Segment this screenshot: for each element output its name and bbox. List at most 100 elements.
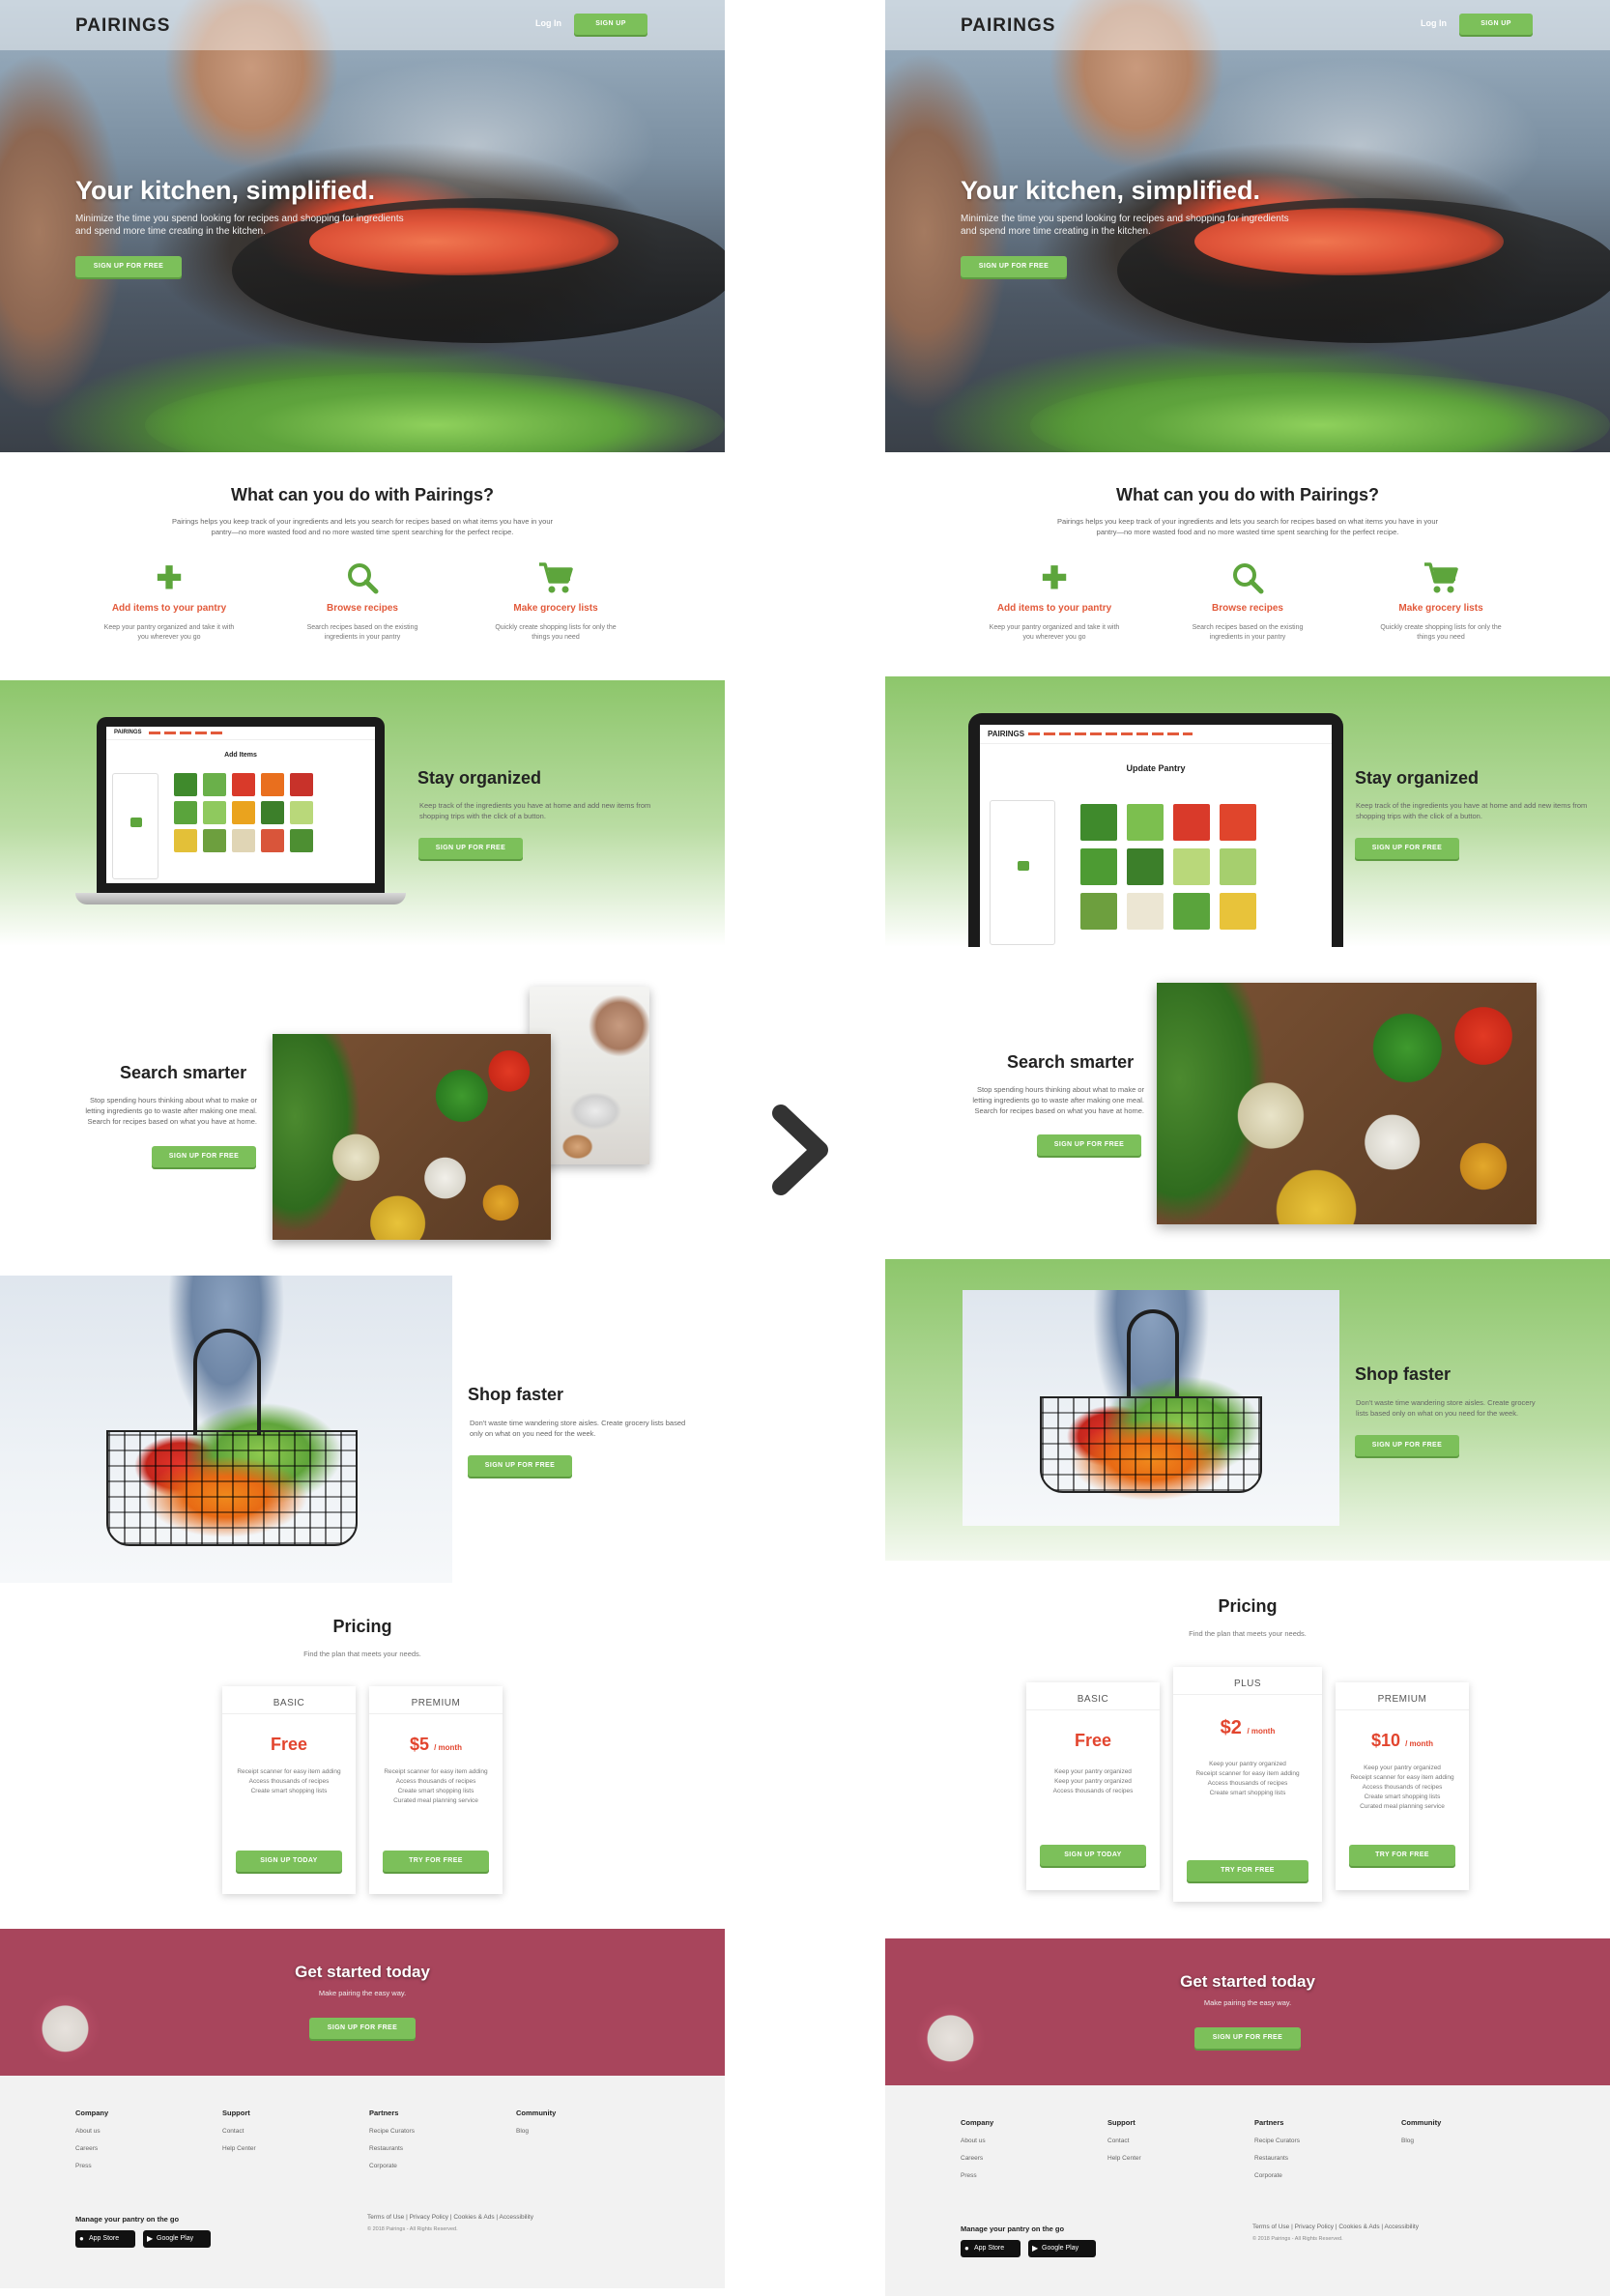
signup-button[interactable]: SIGN UP: [574, 14, 647, 35]
plan-features: Receipt scanner for easy item adding Acc…: [384, 1768, 488, 1804]
footer-company: Company About us Careers Press: [961, 2118, 1106, 2179]
plan-name: BASIC: [273, 1698, 305, 1708]
search-smarter-signup-button[interactable]: SIGN UP FOR FREE: [152, 1146, 256, 1167]
shop-faster-title: Shop faster: [468, 1385, 564, 1404]
plan-price: $10 / month: [1371, 1731, 1433, 1750]
plan-name: PREMIUM: [1377, 1694, 1427, 1705]
get-started-title: Get started today: [1180, 1972, 1315, 1991]
footer-link[interactable]: Careers: [75, 2145, 220, 2152]
feature-desc: Quickly create shopping lists for only t…: [495, 624, 617, 641]
pricing-card-basic: BASIC Free Receipt scanner for easy item…: [222, 1686, 356, 1894]
get-started-signup-button[interactable]: SIGN UP FOR FREE: [309, 2018, 416, 2039]
feature-add-items: ✚ Add items to your pantry Keep your pan…: [972, 560, 1136, 643]
stay-organized-signup-button[interactable]: SIGN UP FOR FREE: [1355, 838, 1459, 859]
legal-links[interactable]: Terms of Use | Privacy Policy | Cookies …: [1252, 2224, 1419, 2230]
footer-link[interactable]: Corporate: [369, 2163, 514, 2169]
plus-trial-button[interactable]: TRY FOR FREE: [1187, 1860, 1308, 1881]
footer-link[interactable]: About us: [961, 2138, 1106, 2144]
app-store-badge[interactable]: ● App Store: [75, 2230, 135, 2248]
footer-link[interactable]: Corporate: [1254, 2172, 1399, 2179]
app-store-badge[interactable]: ● App Store: [961, 2240, 1021, 2257]
features-title: What can you do with Pairings?: [1115, 485, 1379, 504]
stay-organized-desc: Keep track of the ingredients you have a…: [1356, 801, 1588, 820]
hero-signup-button[interactable]: SIGN UP FOR FREE: [75, 256, 182, 277]
footer-link[interactable]: Recipe Curators: [1254, 2138, 1399, 2144]
footer-link[interactable]: Help Center: [222, 2145, 367, 2152]
plan-features: Keep your pantry organized Receipt scann…: [1350, 1765, 1454, 1810]
feature-desc: Search recipes based on the existing ing…: [1192, 624, 1304, 641]
pricing-card-basic: BASIC Free Keep your pantry organized Ke…: [1026, 1682, 1160, 1890]
search-icon: [280, 560, 445, 597]
search-smarter-desc: Stop spending hours thinking about what …: [972, 1085, 1144, 1115]
footer-partners: Partners Recipe Curators Restaurants Cor…: [1254, 2118, 1399, 2179]
footer-link[interactable]: Careers: [961, 2155, 1106, 2162]
stay-organized-signup-button[interactable]: SIGN UP FOR FREE: [418, 838, 523, 859]
plan-features: Receipt scanner for easy item adding Acc…: [237, 1768, 341, 1794]
feature-desc: Search recipes based on the existing ing…: [306, 624, 418, 641]
footer-link[interactable]: Press: [75, 2163, 220, 2169]
footer-community: Community Blog: [516, 2109, 661, 2135]
footer-link[interactable]: Blog: [1401, 2138, 1546, 2144]
footer-link[interactable]: Contact: [1107, 2138, 1252, 2144]
plan-name: PLUS: [1233, 1679, 1262, 1689]
feature-title: Browse recipes: [327, 603, 398, 614]
hero-section: PAIRINGS Log In SIGN UP Your kitchen, si…: [0, 0, 725, 452]
logo[interactable]: PAIRINGS: [961, 15, 1055, 37]
login-link[interactable]: Log In: [1421, 18, 1447, 28]
get-started-subtitle: Make pairing the easy way.: [318, 1989, 407, 1997]
footer-link[interactable]: Recipe Curators: [369, 2128, 514, 2135]
footer-link[interactable]: Restaurants: [1254, 2155, 1399, 2162]
plan-name: PREMIUM: [411, 1698, 461, 1708]
legal-links[interactable]: Terms of Use | Privacy Policy | Cookies …: [367, 2214, 533, 2221]
get-started-title: Get started today: [295, 1963, 430, 1981]
feature-desc: Quickly create shopping lists for only t…: [1380, 624, 1502, 641]
pricing-title: Pricing: [1218, 1596, 1278, 1616]
manage-pantry-label: Manage your pantry on the go: [961, 2224, 1065, 2233]
shop-faster-signup-button[interactable]: SIGN UP FOR FREE: [468, 1455, 572, 1477]
plan-price: Free: [1074, 1731, 1112, 1750]
login-link[interactable]: Log In: [535, 18, 561, 28]
pricing-title: Pricing: [332, 1617, 392, 1636]
hero-signup-button[interactable]: SIGN UP FOR FREE: [961, 256, 1067, 277]
basic-signup-button[interactable]: SIGN UP TODAY: [236, 1851, 342, 1872]
manage-pantry-label: Manage your pantry on the go: [75, 2215, 180, 2224]
footer-link[interactable]: Contact: [222, 2128, 367, 2135]
shop-faster-signup-button[interactable]: SIGN UP FOR FREE: [1355, 1435, 1459, 1456]
footer-link[interactable]: Blog: [516, 2128, 661, 2135]
footer-link[interactable]: Press: [961, 2172, 1106, 2179]
camera-icon: [130, 818, 142, 828]
stay-organized-desc: Keep track of the ingredients you have a…: [419, 801, 651, 820]
get-started-section: [885, 1938, 1610, 2085]
stay-organized-title: Stay organized: [417, 768, 542, 788]
feature-title: Make grocery lists: [1398, 603, 1483, 614]
pricing-subtitle: Find the plan that meets your needs.: [1189, 1629, 1307, 1638]
basket-photo: [963, 1290, 1339, 1526]
google-play-badge[interactable]: ▶ Google Play: [1028, 2240, 1096, 2257]
apple-icon: ●: [964, 2244, 969, 2253]
google-play-badge[interactable]: ▶ Google Play: [143, 2230, 211, 2248]
feature-title: Add items to your pantry: [111, 603, 227, 614]
premium-trial-button[interactable]: TRY FOR FREE: [1349, 1845, 1455, 1866]
plus-icon: ✚: [156, 560, 183, 595]
logo[interactable]: PAIRINGS: [75, 15, 170, 37]
footer: Company About us Careers Press Support C…: [885, 2085, 1610, 2296]
signup-button[interactable]: SIGN UP: [1459, 14, 1533, 35]
feature-desc: Keep your pantry organized and take it w…: [103, 624, 235, 641]
footer-link[interactable]: Restaurants: [369, 2145, 514, 2152]
get-started-section: [0, 1929, 725, 2076]
feature-desc: Keep your pantry organized and take it w…: [989, 624, 1120, 641]
get-started-signup-button[interactable]: SIGN UP FOR FREE: [1194, 2027, 1301, 2049]
arrow-right-icon: [772, 1105, 828, 1195]
search-smarter-signup-button[interactable]: SIGN UP FOR FREE: [1037, 1134, 1141, 1156]
footer-link[interactable]: About us: [75, 2128, 220, 2135]
search-smarter-title: Search smarter: [1007, 1052, 1135, 1072]
plan-features: Keep your pantry organized Receipt scann…: [1195, 1761, 1300, 1796]
feature-title: Add items to your pantry: [996, 603, 1112, 614]
tablet-mockup: PAIRINGS Update Pantry: [968, 713, 1343, 947]
hero-subtitle: Minimize the time you spend looking for …: [75, 214, 404, 237]
premium-trial-button[interactable]: TRY FOR FREE: [383, 1851, 489, 1872]
features-description: Pairings helps you keep track of your in…: [1057, 517, 1438, 536]
footer-link[interactable]: Help Center: [1107, 2155, 1252, 2162]
hero-title: Your kitchen, simplified.: [75, 176, 376, 205]
basic-signup-button[interactable]: SIGN UP TODAY: [1040, 1845, 1146, 1866]
